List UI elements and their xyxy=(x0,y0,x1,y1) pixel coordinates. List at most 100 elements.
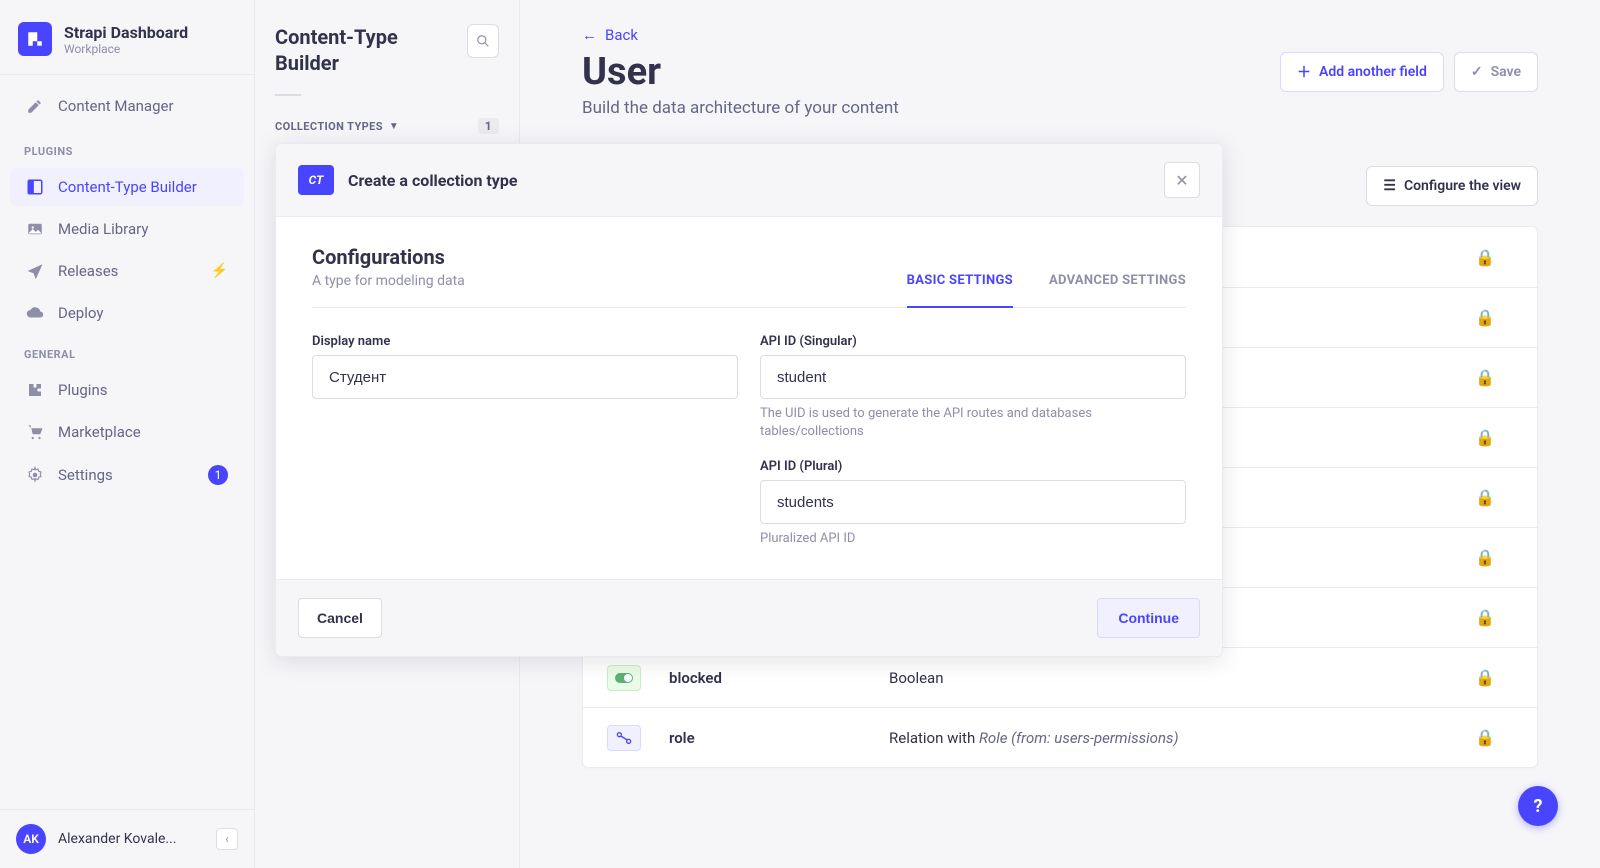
config-title: Configurations xyxy=(312,245,465,269)
nav-label: Content-Type Builder xyxy=(58,178,197,196)
plane-icon xyxy=(26,262,44,280)
save-label: Save xyxy=(1491,64,1521,80)
cloud-icon xyxy=(26,304,44,322)
save-button[interactable]: ✓ Save xyxy=(1454,52,1538,92)
field-name: role xyxy=(669,729,889,747)
tab-basic-settings[interactable]: BASIC SETTINGS xyxy=(907,273,1013,308)
nav-group-plugins: PLUGINS xyxy=(0,131,254,166)
avatar[interactable]: AK xyxy=(16,824,46,854)
lock-icon: 🔒 xyxy=(1475,308,1495,327)
api-singular-help: The UID is used to generate the API rout… xyxy=(760,405,1186,441)
back-link[interactable]: ← Back xyxy=(582,26,1538,44)
sidebar-footer: AK Alexander Kovale... ‹ xyxy=(0,809,254,868)
nav-label: Deploy xyxy=(58,304,103,322)
api-plural-help: Pluralized API ID xyxy=(760,530,1186,548)
brand-block: Strapi Dashboard Workplace xyxy=(0,0,254,75)
gear-icon xyxy=(26,466,44,484)
api-singular-label: API ID (Singular) xyxy=(760,334,1186,349)
configure-label: Configure the view xyxy=(1404,178,1521,194)
pencil-icon xyxy=(26,97,44,115)
lock-icon: 🔒 xyxy=(1475,548,1495,567)
brand-subtitle: Workplace xyxy=(64,42,188,56)
display-name-field: Display name xyxy=(312,334,738,441)
create-collection-modal: CT Create a collection type ✕ Configurat… xyxy=(275,143,1223,657)
add-field-label: Add another field xyxy=(1319,64,1427,80)
api-plural-input[interactable] xyxy=(760,480,1186,524)
lock-icon: 🔒 xyxy=(1475,368,1495,387)
nav-marketplace[interactable]: Marketplace xyxy=(10,413,244,451)
nav-releases[interactable]: Releases ⚡ xyxy=(10,252,244,290)
check-icon: ✓ xyxy=(1471,64,1483,80)
relation-icon xyxy=(607,725,641,751)
nav-content-manager[interactable]: Content Manager xyxy=(10,87,244,125)
continue-button[interactable]: Continue xyxy=(1097,598,1200,638)
chevron-down-icon: ▼ xyxy=(389,121,399,132)
config-subtitle: A type for modeling data xyxy=(312,273,465,289)
lock-icon: 🔒 xyxy=(1475,608,1495,627)
page-title: User xyxy=(582,50,661,94)
arrow-left-icon: ← xyxy=(582,26,597,44)
brand-logo-icon xyxy=(18,22,52,56)
display-name-input[interactable] xyxy=(312,355,738,399)
api-plural-field: API ID (Plural) Pluralized API ID xyxy=(760,459,1186,548)
lock-icon: 🔒 xyxy=(1475,728,1495,747)
settings-badge: 1 xyxy=(208,465,228,485)
lock-icon: 🔒 xyxy=(1475,428,1495,447)
field-type: Relation with Role (from: users-permissi… xyxy=(889,729,1179,747)
nav-group-general: GENERAL xyxy=(0,334,254,369)
brand-title: Strapi Dashboard xyxy=(64,23,188,42)
add-field-button[interactable]: ＋ Add another field xyxy=(1280,52,1444,92)
panel-title: Content-Type Builder xyxy=(275,24,455,76)
nav-media-library[interactable]: Media Library xyxy=(10,210,244,248)
nav-plugins[interactable]: Plugins xyxy=(10,371,244,409)
collection-count: 1 xyxy=(478,118,499,134)
layout-icon xyxy=(26,178,44,196)
primary-sidebar: Strapi Dashboard Workplace Content Manag… xyxy=(0,0,255,868)
nav-label: Plugins xyxy=(58,381,107,399)
search-button[interactable] xyxy=(467,24,499,58)
puzzle-icon xyxy=(26,381,44,399)
field-name: blocked xyxy=(669,669,889,687)
cancel-button[interactable]: Cancel xyxy=(298,598,382,638)
api-plural-label: API ID (Plural) xyxy=(760,459,1186,474)
collection-types-toggle[interactable]: COLLECTION TYPES ▼ 1 xyxy=(275,118,499,134)
modal-title: Create a collection type xyxy=(348,171,518,190)
back-label: Back xyxy=(605,26,638,44)
modal-header: CT Create a collection type ✕ xyxy=(276,144,1222,217)
nav-label: Marketplace xyxy=(58,423,141,441)
plus-icon: ＋ xyxy=(1297,62,1311,82)
tab-advanced-settings[interactable]: ADVANCED SETTINGS xyxy=(1049,273,1186,308)
page-subtitle: Build the data architecture of your cont… xyxy=(582,98,1538,118)
api-singular-input[interactable] xyxy=(760,355,1186,399)
close-icon: ✕ xyxy=(1175,171,1188,190)
list-icon: ☰ xyxy=(1383,178,1396,194)
configure-view-button[interactable]: ☰ Configure the view xyxy=(1366,166,1538,206)
nav-label: Settings xyxy=(58,466,113,484)
search-icon xyxy=(476,34,490,48)
boolean-icon xyxy=(607,665,641,691)
lightning-icon: ⚡ xyxy=(211,263,228,279)
field-type: Boolean xyxy=(889,669,944,687)
api-singular-field: API ID (Singular) The UID is used to gen… xyxy=(760,334,1186,441)
table-row: role Relation with Role (from: users-per… xyxy=(583,707,1537,767)
display-name-label: Display name xyxy=(312,334,738,349)
nav-deploy[interactable]: Deploy xyxy=(10,294,244,332)
divider xyxy=(275,94,301,96)
user-name: Alexander Kovale... xyxy=(58,831,176,847)
ct-badge: CT xyxy=(298,165,334,195)
image-icon xyxy=(26,220,44,238)
close-button[interactable]: ✕ xyxy=(1164,162,1200,198)
lock-icon: 🔒 xyxy=(1475,248,1495,267)
chevron-left-icon: ‹ xyxy=(225,832,229,846)
nav-settings[interactable]: Settings 1 xyxy=(10,455,244,495)
nav-label: Releases xyxy=(58,262,118,280)
nav-content-type-builder[interactable]: Content-Type Builder xyxy=(10,168,244,206)
collapse-sidebar-button[interactable]: ‹ xyxy=(216,828,238,850)
lock-icon: 🔒 xyxy=(1475,488,1495,507)
help-fab[interactable]: ? xyxy=(1518,786,1558,826)
collection-types-label: COLLECTION TYPES xyxy=(275,120,383,133)
lock-icon: 🔒 xyxy=(1475,668,1495,687)
nav-label: Media Library xyxy=(58,220,148,238)
nav-label: Content Manager xyxy=(58,97,174,115)
cart-icon xyxy=(26,423,44,441)
